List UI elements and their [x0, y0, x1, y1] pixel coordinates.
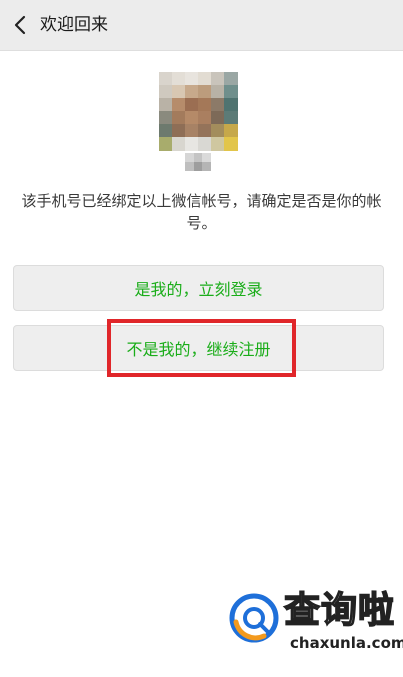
avatar — [159, 72, 238, 151]
page-title: 欢迎回来 — [40, 15, 108, 35]
nickname — [185, 153, 211, 171]
watermark: 查询啦 chaxunla.com — [228, 589, 403, 660]
watermark-url: chaxunla.com — [290, 634, 403, 652]
login-button[interactable]: 是我的，立刻登录 — [13, 265, 384, 311]
watermark-title: 查询啦 — [283, 589, 396, 632]
magnifier-logo-icon — [228, 592, 284, 648]
bound-account-notice: 该手机号已经绑定以上微信帐号，请确定是否是你的帐号。 — [21, 192, 382, 232]
chevron-left-icon — [14, 15, 26, 35]
navigation-bar: 欢迎回来 — [0, 0, 403, 51]
continue-register-button[interactable]: 不是我的，继续注册 — [13, 325, 384, 371]
back-button[interactable] — [8, 12, 34, 38]
